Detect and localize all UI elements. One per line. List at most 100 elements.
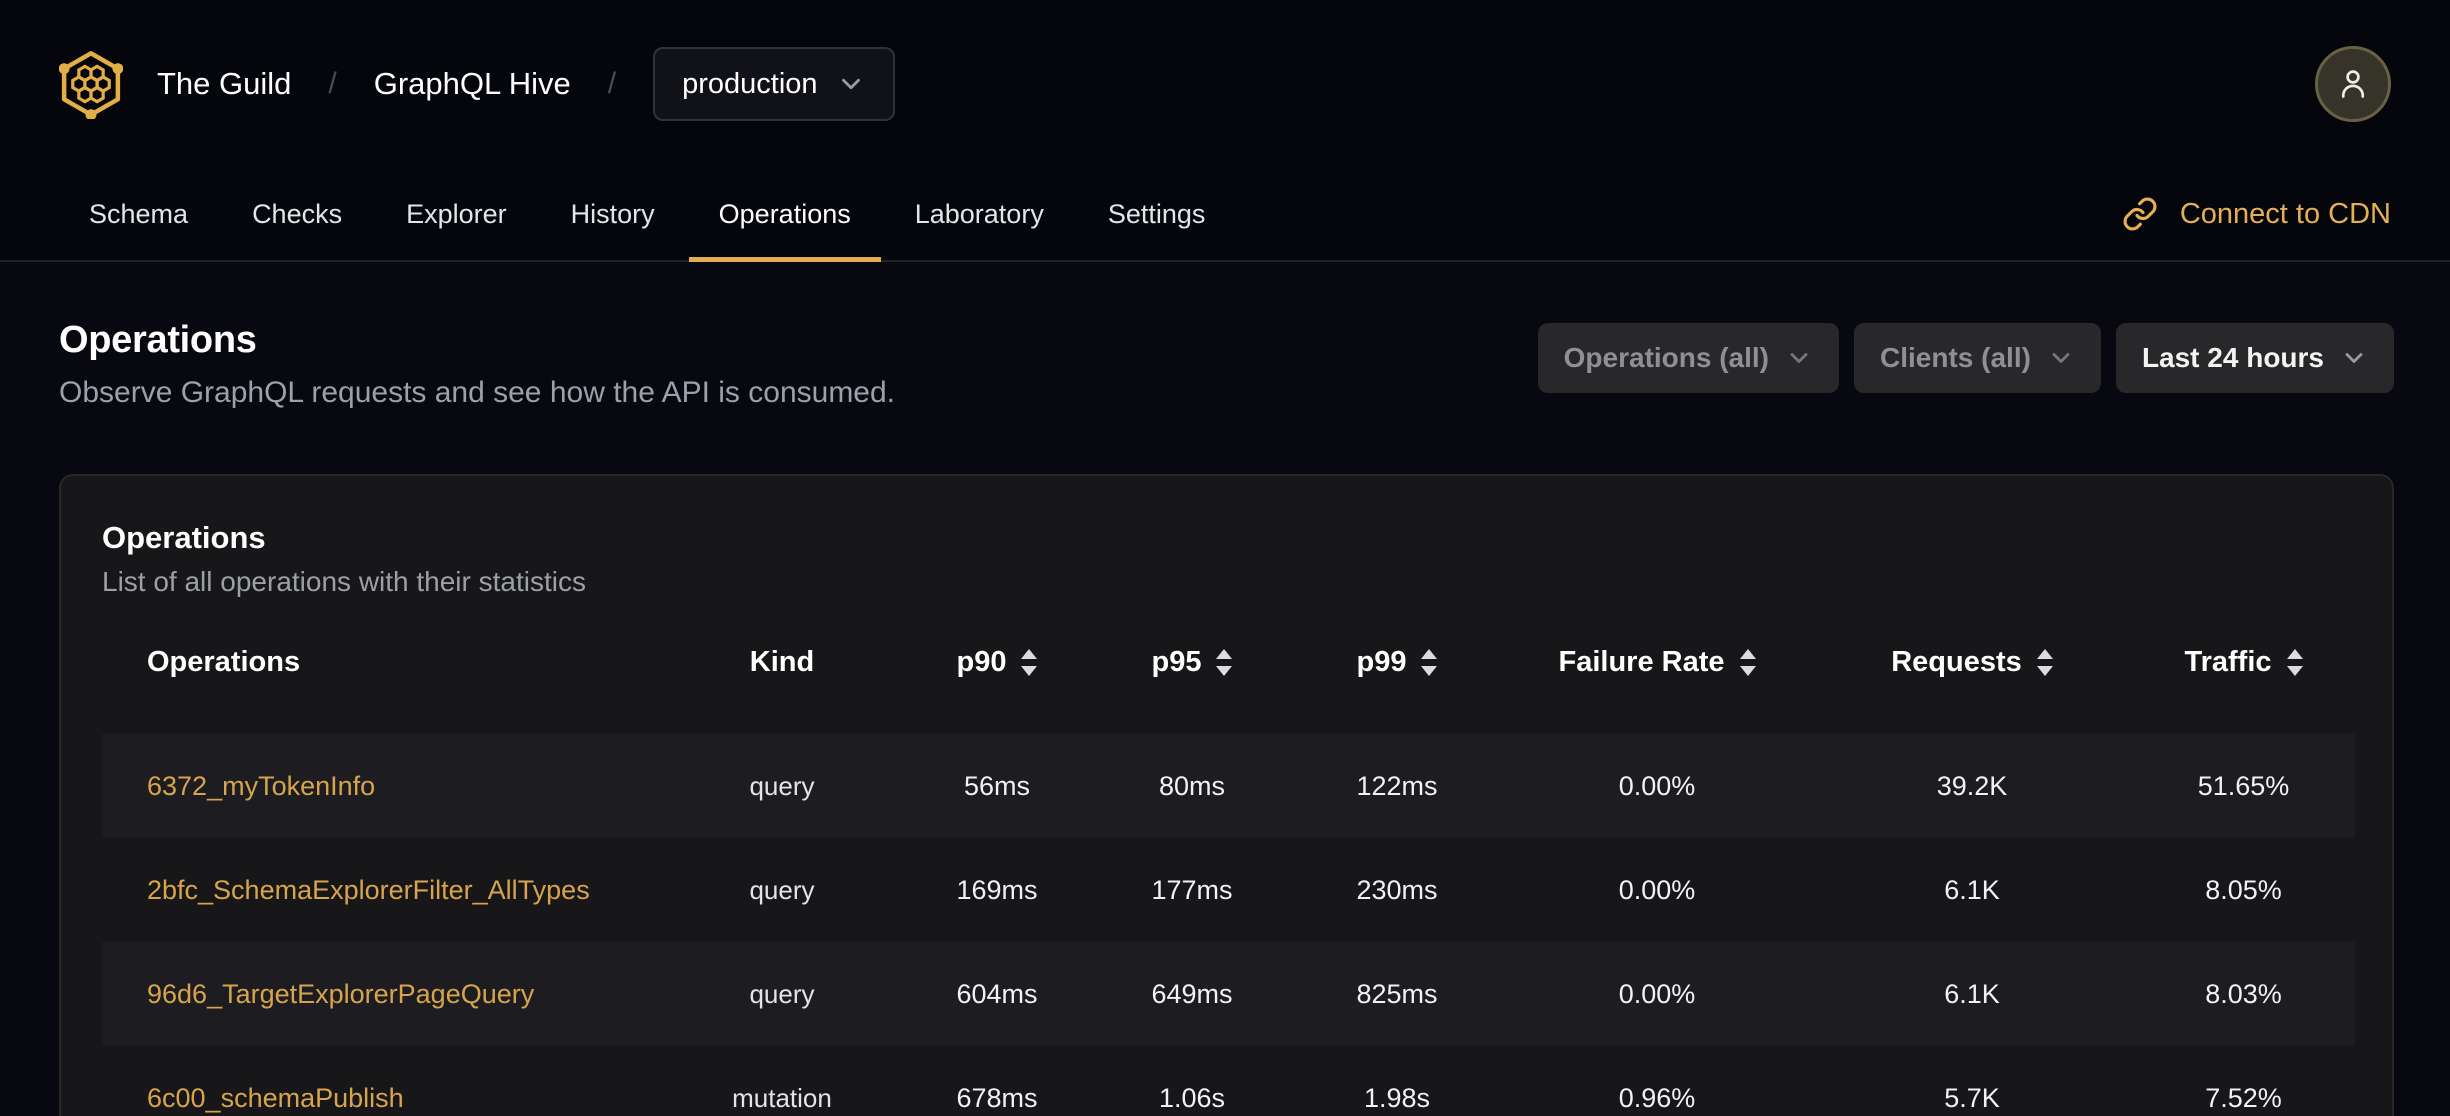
column-header-kind: Kind [662,640,902,734]
cell-failure_rate: 0.00% [1618,978,1696,1009]
column-label: Traffic [2184,645,2272,678]
operation-link[interactable]: 6c00_schemaPublish [147,1083,404,1113]
cell-operation: 6c00_schemaPublish [102,1046,662,1116]
clients-filter-dropdown[interactable]: Clients (all) [1854,323,2101,393]
breadcrumb-separator: / [328,67,337,100]
period-filter-label: Last 24 hours [2141,342,2324,373]
table-header-row: Operations Kind p90 p95 p99 Failure Rate Reque… [102,640,2355,734]
operation-link[interactable]: 6372_myTokenInfo [147,771,375,801]
breadcrumb-project[interactable]: GraphQL Hive [374,66,571,102]
connect-to-cdn-label: Connect to CDN [2179,197,2391,230]
cell-requests: 5.7K [1944,1082,2000,1113]
operation-link[interactable]: 96d6_TargetExplorerPageQuery [147,979,534,1009]
cell-requests: 6.1K [1944,978,2000,1009]
cell-failure_rate: 0.00% [1618,770,1696,801]
filter-bar: Operations (all) Clients (all) Last 24 h… [1537,323,2394,393]
column-label: Failure Rate [1558,645,1725,678]
tab-settings[interactable]: Settings [1078,168,1236,260]
chevron-down-icon [1785,344,1813,372]
cell-failure_rate: 0.96% [1618,1082,1696,1113]
cell-p95: 1.06s [1158,1082,1226,1113]
column-header-p99[interactable]: p99 [1292,640,1502,734]
cell-kind: query [749,770,815,801]
breadcrumb-org[interactable]: The Guild [157,66,291,102]
connect-to-cdn-link[interactable]: Connect to CDN [2122,168,2391,260]
column-label: Kind [749,645,815,678]
chevron-down-icon [836,69,866,99]
column-label: p99 [1356,645,1407,678]
chevron-down-icon [2340,344,2368,372]
operations-filter-label: Operations (all) [1563,342,1770,373]
cell-p90: 604ms [956,978,1038,1009]
page-title-block: Operations Observe GraphQL requests and … [59,320,895,410]
column-header-p90[interactable]: p90 [902,640,1092,734]
cell-p99: 230ms [1356,874,1438,905]
cell-requests: 6.1K [1944,874,2000,905]
column-label: Operations [147,645,301,678]
cell-kind: query [749,978,815,1009]
cell-operation: 6372_myTokenInfo [102,734,662,838]
column-header-p95[interactable]: p95 [1092,640,1292,734]
card-title: Operations [102,520,266,555]
nav-tabs: Schema Checks Explorer History Operations Lab… [59,168,1236,262]
period-filter-dropdown[interactable]: Last 24 hours [2115,323,2394,393]
sort-arrows-icon[interactable] [1021,648,1038,676]
cell-p95: 177ms [1151,874,1233,905]
operations-filter-dropdown[interactable]: Operations (all) [1537,323,1840,393]
link-icon [2123,197,2157,231]
cell-traffic: 8.03% [2205,978,2282,1009]
table-row: 96d6_TargetExplorerPageQuery query 604ms 64… [102,942,2355,1046]
cell-p99: 122ms [1356,770,1438,801]
table-row: 6c00_schemaPublish mutation 678ms 1.06s 1.98… [102,1046,2355,1116]
cell-p99: 1.98s [1363,1082,1431,1113]
main-navigation: Schema Checks Explorer History Operations Lab… [0,168,2450,262]
page-header: Operations Observe GraphQL requests and … [0,262,2450,410]
cell-p99: 825ms [1356,978,1438,1009]
tab-operations[interactable]: Operations [688,168,881,262]
cell-operation: 2bfc_SchemaExplorerFilter_AllTypes [102,838,662,942]
operation-link[interactable]: 2bfc_SchemaExplorerFilter_AllTypes [147,875,590,905]
column-header-operations: Operations [102,640,662,734]
target-selector-value: production [682,67,818,100]
cell-kind: mutation [732,1082,832,1113]
hive-logo-icon[interactable] [59,49,123,119]
sort-arrows-icon[interactable] [1421,648,1438,676]
sort-arrows-icon[interactable] [1739,648,1756,676]
table-body: 6372_myTokenInfo query 56ms 80ms 122ms 0.00% 3… [102,734,2355,1116]
table-row: 2bfc_SchemaExplorerFilter_AllTypes query 1… [102,838,2355,942]
column-header-requests[interactable]: Requests [1812,640,2132,734]
column-label: Requests [1891,645,2022,678]
cell-p90: 169ms [956,874,1038,905]
clients-filter-label: Clients (all) [1880,342,2031,373]
cell-p90: 678ms [956,1082,1038,1113]
tab-schema[interactable]: Schema [59,168,218,260]
cell-traffic: 51.65% [2197,770,2290,801]
page-subtitle: Observe GraphQL requests and see how the… [59,376,896,409]
cell-kind: query [749,874,815,905]
tab-laboratory[interactable]: Laboratory [885,168,1074,260]
user-avatar-button[interactable] [2315,46,2391,122]
cell-requests: 39.2K [1936,770,2008,801]
sort-arrows-icon[interactable] [2286,648,2303,676]
card-subtitle: List of all operations with their statis… [102,566,586,597]
cell-operation: 96d6_TargetExplorerPageQuery [102,942,662,1046]
user-icon [2335,65,2371,104]
brand-row: The Guild / GraphQL Hive / production [0,0,2450,168]
breadcrumb-separator: / [607,67,617,100]
cell-traffic: 8.05% [2205,874,2282,905]
column-label: p95 [1151,645,1202,678]
page-title: Operations [59,319,257,361]
target-selector-dropdown[interactable]: production [653,47,895,121]
column-header-traffic[interactable]: Traffic [2132,640,2355,734]
chevron-down-icon [2047,344,2075,372]
tab-history[interactable]: History [541,168,685,260]
tab-explorer[interactable]: Explorer [376,168,537,260]
sort-arrows-icon[interactable] [1216,648,1233,676]
tab-checks[interactable]: Checks [222,168,372,260]
cell-failure_rate: 0.00% [1618,874,1696,905]
cell-p95: 80ms [1158,770,1226,801]
sort-arrows-icon[interactable] [2036,648,2053,676]
operations-card: Operations List of all operations with t… [59,474,2394,1116]
column-header-failure-rate[interactable]: Failure Rate [1502,640,1812,734]
